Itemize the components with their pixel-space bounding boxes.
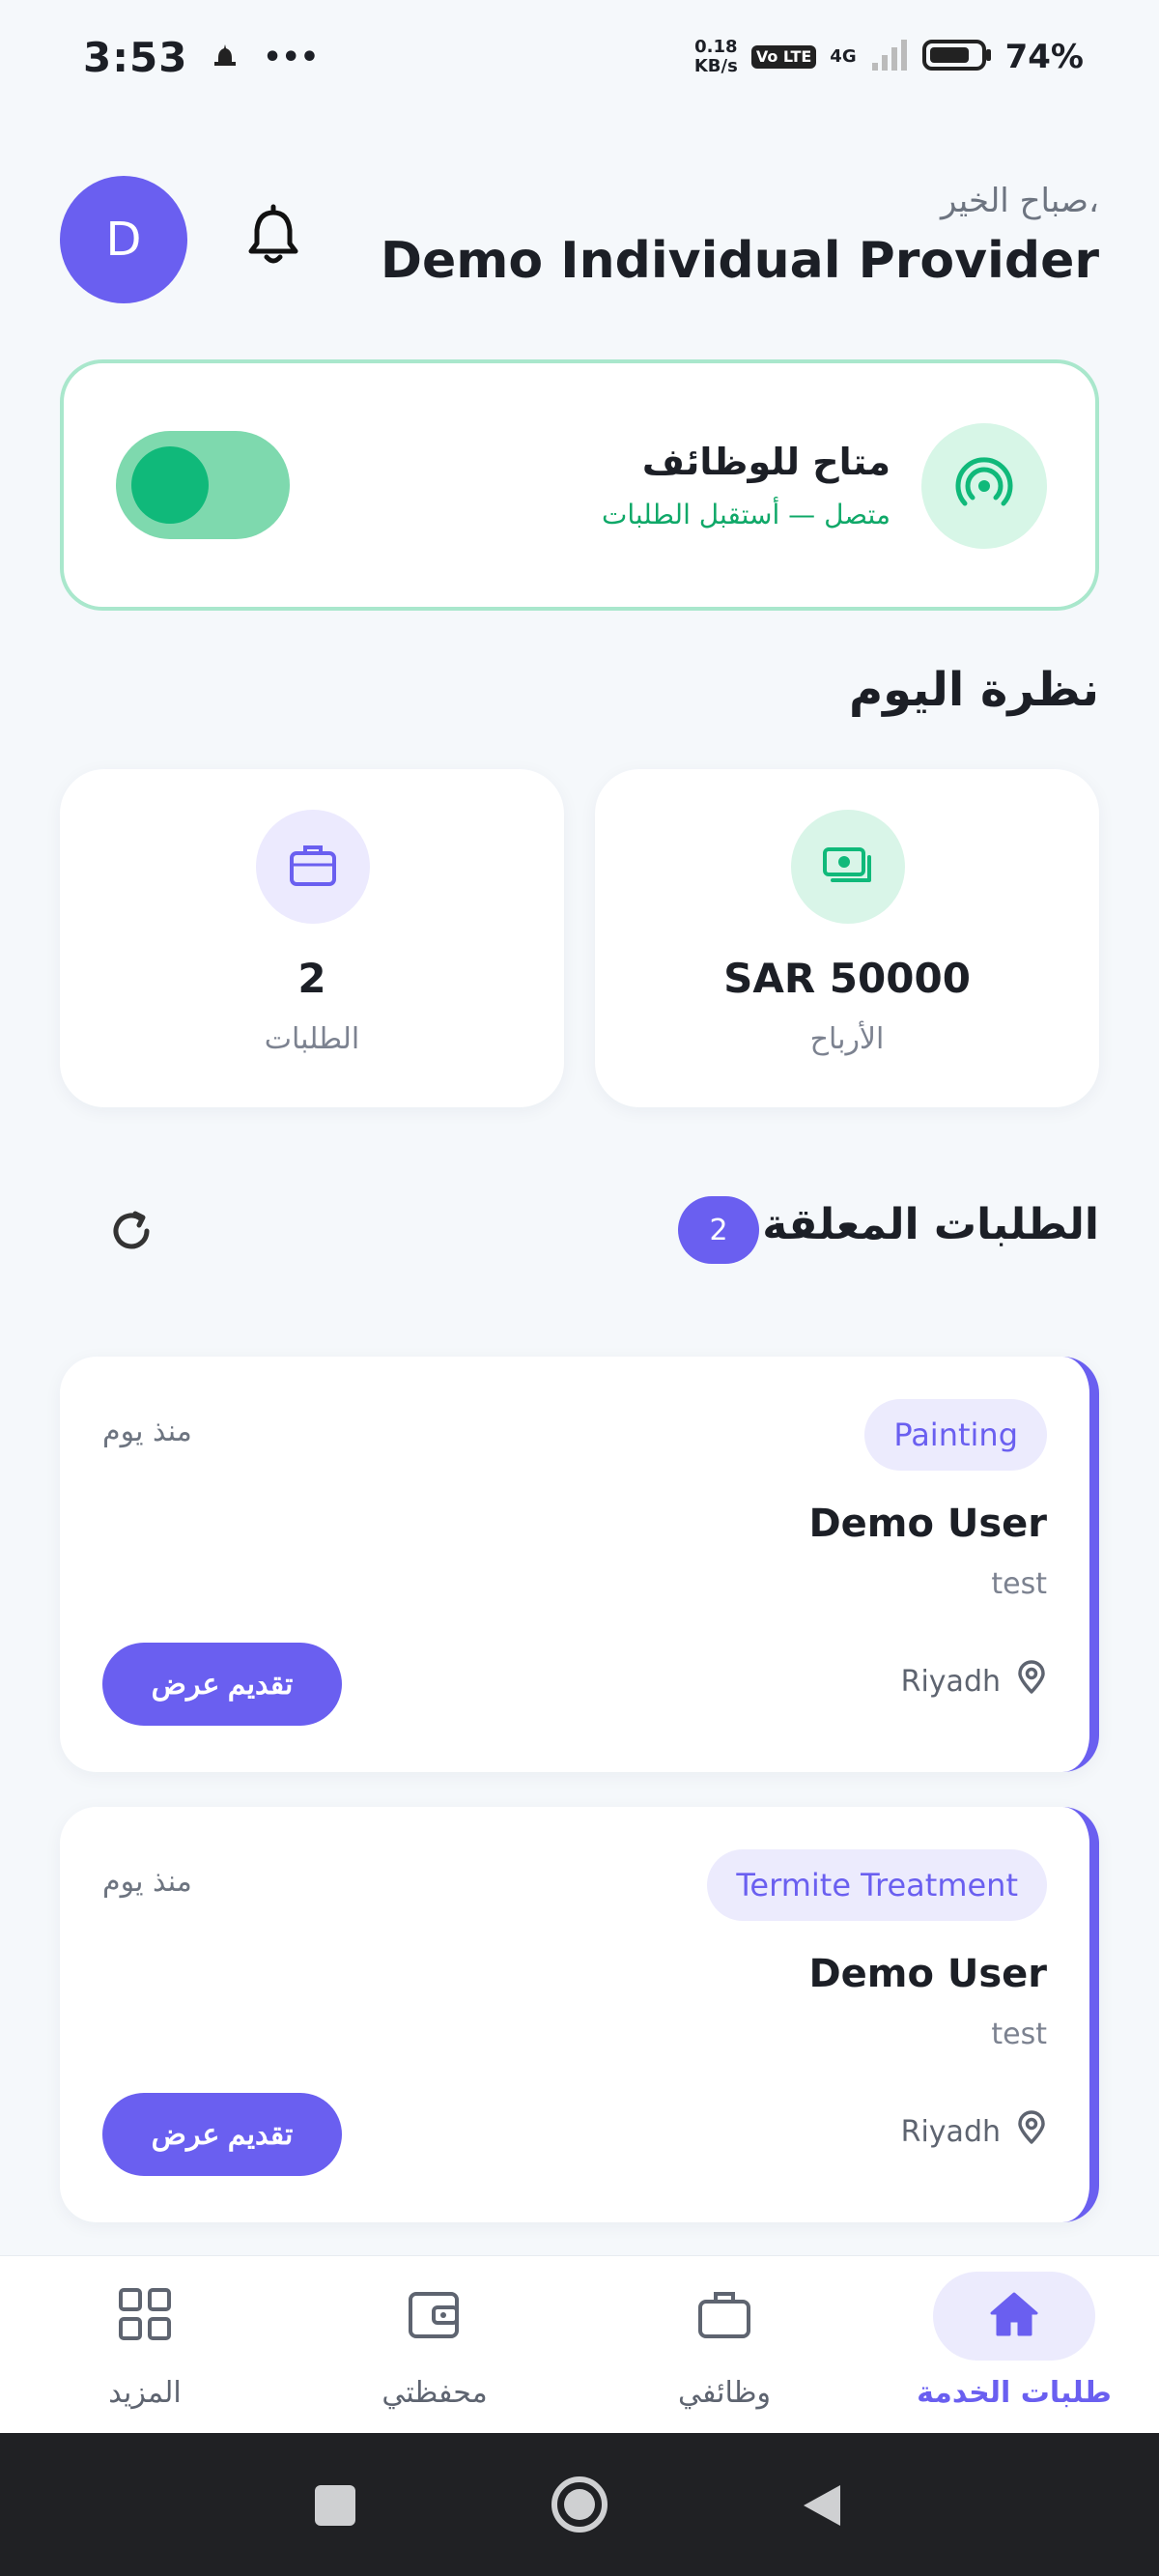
more-notifications-icon: ••• — [263, 40, 319, 74]
net-speed-value: 0.18 — [694, 37, 738, 57]
nav-label: وظائفي — [677, 2376, 772, 2410]
nav-item-service-requests[interactable]: طلبات الخدمة — [869, 2256, 1159, 2433]
request-description: test — [991, 1567, 1047, 1601]
status-left: 3:53 ••• — [83, 34, 319, 81]
service-chip: Termite Treatment — [707, 1849, 1047, 1921]
submit-offer-button[interactable]: تقديم عرض — [102, 2093, 342, 2176]
network-type: 4G — [830, 46, 857, 67]
nav-icon-container — [64, 2272, 226, 2361]
greeting-text: صباح الخير، — [940, 182, 1099, 220]
today-overview-title: نظرة اليوم — [848, 663, 1099, 717]
header: D صباح الخير، Demo Individual Provider — [60, 164, 1099, 319]
request-description: test — [991, 2018, 1047, 2051]
nav-item-wallet[interactable]: محفظتي — [290, 2256, 580, 2433]
bell-icon[interactable] — [240, 203, 307, 271]
location-text: Riyadh — [900, 2114, 1001, 2149]
battery-icon — [921, 38, 992, 76]
home-circle-icon[interactable] — [549, 2474, 610, 2535]
net-speed: 0.18 KB/s — [694, 38, 738, 76]
briefcase-icon — [284, 836, 342, 898]
time-ago: منذ يوم — [102, 1415, 192, 1448]
nav-item-more[interactable]: المزيد — [0, 2256, 290, 2433]
grid-icon — [117, 2286, 173, 2346]
recent-apps-icon[interactable] — [311, 2481, 359, 2530]
earnings-value: SAR 50000 — [723, 955, 971, 1002]
provider-name: Demo Individual Provider — [380, 232, 1099, 290]
nav-label: المزيد — [108, 2376, 182, 2410]
system-navigation-bar — [0, 2433, 1159, 2576]
net-speed-unit: KB/s — [693, 56, 738, 76]
nav-label: طلبات الخدمة — [917, 2376, 1112, 2410]
back-icon[interactable] — [798, 2481, 846, 2530]
nav-label: محفظتي — [382, 2376, 488, 2410]
availability-toggle[interactable] — [116, 431, 290, 539]
signal-icon — [870, 38, 909, 76]
requests-icon-container — [256, 810, 370, 924]
status-right: 0.18 KB/s Vo LTE 4G 74% — [694, 38, 1084, 77]
service-chip: Painting — [864, 1399, 1047, 1471]
wallet-icon — [407, 2286, 463, 2346]
time-ago: منذ يوم — [102, 1865, 192, 1899]
request-location: Riyadh — [901, 1660, 1047, 1703]
battery-percent: 74% — [1004, 38, 1084, 76]
earnings-icon-container — [791, 810, 905, 924]
status-time: 3:53 — [83, 33, 188, 81]
home-icon — [986, 2286, 1042, 2346]
toggle-knob — [131, 446, 209, 524]
earnings-card: SAR 50000 الأرباح — [595, 769, 1099, 1107]
refresh-icon[interactable] — [106, 1206, 156, 1256]
requests-value: 2 — [297, 955, 326, 1002]
briefcase-icon — [696, 2286, 752, 2346]
status-bar: 3:53 ••• 0.18 KB/s Vo LTE 4G 74% — [0, 0, 1159, 114]
nav-icon-container — [643, 2272, 806, 2361]
avatar[interactable]: D — [60, 176, 187, 303]
nav-icon-container — [933, 2272, 1095, 2361]
requests-label: الطلبات — [264, 1022, 360, 1056]
submit-offer-button[interactable]: تقديم عرض — [102, 1643, 342, 1726]
earnings-label: الأرباح — [809, 1022, 885, 1056]
availability-icon-container — [921, 423, 1047, 549]
request-user-name: Demo User — [808, 1952, 1047, 1996]
availability-subtitle: متصل — أستقبل الطلبات — [601, 499, 890, 530]
request-user-name: Demo User — [808, 1502, 1047, 1546]
mosque-icon — [211, 41, 240, 73]
pending-requests-header: الطلبات المعلقة 2 — [60, 1192, 1099, 1270]
volte-badge: Vo LTE — [750, 45, 817, 69]
location-pin-icon — [1016, 1660, 1047, 1703]
request-location: Riyadh — [901, 2110, 1047, 2153]
pending-count-badge: 2 — [678, 1196, 759, 1264]
money-icon — [819, 836, 877, 898]
broadcast-icon — [953, 453, 1015, 519]
requests-card: 2 الطلبات — [60, 769, 564, 1107]
pending-requests-title: الطلبات المعلقة — [762, 1200, 1099, 1249]
request-card[interactable]: Painting منذ يوم Demo User test Riyadh ت… — [60, 1357, 1099, 1772]
nav-item-my-jobs[interactable]: وظائفي — [580, 2256, 869, 2433]
availability-card: متاح للوظائف متصل — أستقبل الطلبات — [60, 359, 1099, 611]
bottom-navigation: المزيد محفظتي وظائفي طلبات الخدمة — [0, 2255, 1159, 2433]
location-text: Riyadh — [900, 1664, 1001, 1699]
nav-icon-container — [353, 2272, 516, 2361]
location-pin-icon — [1016, 2110, 1047, 2153]
availability-title: متاح للوظائف — [641, 441, 890, 483]
request-card[interactable]: Termite Treatment منذ يوم Demo User test… — [60, 1807, 1099, 2222]
